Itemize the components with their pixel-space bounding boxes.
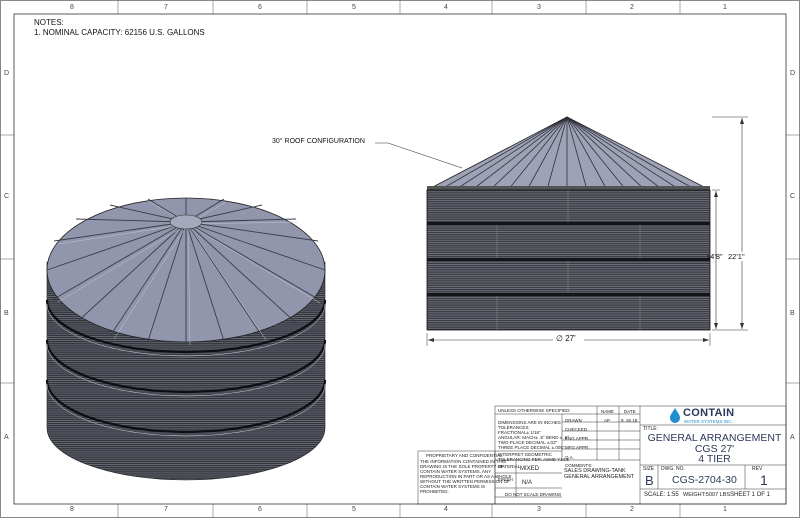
approval-label: CHECKED: [565, 427, 588, 432]
spec-line: THREE PLACE DECIMAL ±.005": [498, 445, 565, 450]
approval-label: DRAWN: [565, 418, 582, 423]
zone-col-label: 3: [537, 4, 541, 11]
dwg-no-label: DWG. NO.: [661, 466, 685, 472]
zone-row-label: D: [790, 70, 796, 77]
note-item: 1. NOMINAL CAPACITY: 62156 U.S. GALLONS: [34, 28, 205, 37]
zone-col-label: 7: [164, 4, 168, 11]
comment-line: GENERAL ARRANGEMENT: [564, 474, 635, 480]
diameter-dimension: ∅ 27': [556, 334, 576, 343]
water-drop-icon: [670, 408, 680, 423]
roof-callout: 30° ROOF CONFIGURATION: [272, 138, 365, 145]
zone-row-label: C: [4, 193, 10, 200]
approval-label: Q.A.: [565, 455, 575, 460]
company-logo-subtitle: WATER SYSTEMS INC.: [684, 419, 733, 424]
sheet-text: SHEET 1 OF 1: [730, 492, 770, 498]
zone-row-label: B: [790, 310, 795, 317]
approval-label: ENG APPR.: [565, 436, 590, 441]
zone-col-label: 1: [723, 506, 727, 513]
zone-row-label: B: [4, 310, 9, 317]
zone-col-label: 5: [352, 506, 356, 513]
zone-col-label: 1: [723, 4, 727, 11]
spec-header: UNLESS OTHERWISE SPECIFIED:: [498, 408, 571, 413]
isometric-tank-view: [45, 197, 327, 481]
interpret-line: TOLERANCING PER: ASME Y14.5: [498, 457, 569, 462]
zone-col-label: 4: [444, 4, 448, 11]
zone-col-label: 8: [70, 506, 74, 513]
size-value: B: [645, 473, 654, 488]
zone-row-label: A: [4, 434, 9, 441]
dwg-no-value: CGS-2704-30: [672, 474, 737, 486]
date-header: DATE: [624, 409, 636, 414]
zone-col-label: 3: [537, 506, 541, 513]
size-label: SIZE: [643, 466, 655, 472]
do-not-scale-note: DO NOT SCALE DRAWING: [505, 492, 562, 497]
proprietary-header: PROPRIETARY AND CONFIDENTIAL: [426, 453, 503, 458]
drawing-title-line: 4 TIER: [698, 453, 731, 465]
approval-name: AP: [604, 418, 611, 423]
name-header: NAME: [601, 409, 615, 414]
approval-date: 9. 26.18: [621, 418, 638, 423]
company-logo-name: CONTAIN: [683, 407, 735, 419]
rev-value: 1: [760, 472, 768, 488]
notes: NOTES: 1. NOMINAL CAPACITY: 62156 U.S. G…: [34, 18, 205, 38]
zone-col-label: 5: [352, 4, 356, 11]
zone-row-label: D: [4, 70, 10, 77]
zone-col-label: 7: [164, 506, 168, 513]
zone-row-label: C: [790, 193, 796, 200]
zone-col-label: 8: [70, 4, 74, 11]
notes-header: NOTES:: [34, 18, 64, 27]
zone-col-label: 2: [630, 506, 634, 513]
scale-text: SCALE: 1:55: [644, 492, 679, 498]
zone-col-label: 6: [258, 4, 262, 11]
total-height-dimension: 22'1": [728, 252, 745, 261]
zone-col-label: 6: [258, 506, 262, 513]
elevation-tank-view: [375, 116, 748, 346]
zone-col-label: 2: [630, 4, 634, 11]
weight-text: WEIGHT:5007 LBS: [683, 492, 731, 498]
wall-height-dimension: 14'8": [706, 252, 723, 261]
approval-label: MFG APPR.: [565, 445, 590, 450]
finish-value: N/A: [522, 480, 533, 486]
proprietary-line: PROHIBITED.: [420, 489, 449, 494]
material-value: MIXED: [520, 466, 540, 472]
zone-col-label: 4: [444, 506, 448, 513]
zone-row-label: A: [790, 434, 795, 441]
